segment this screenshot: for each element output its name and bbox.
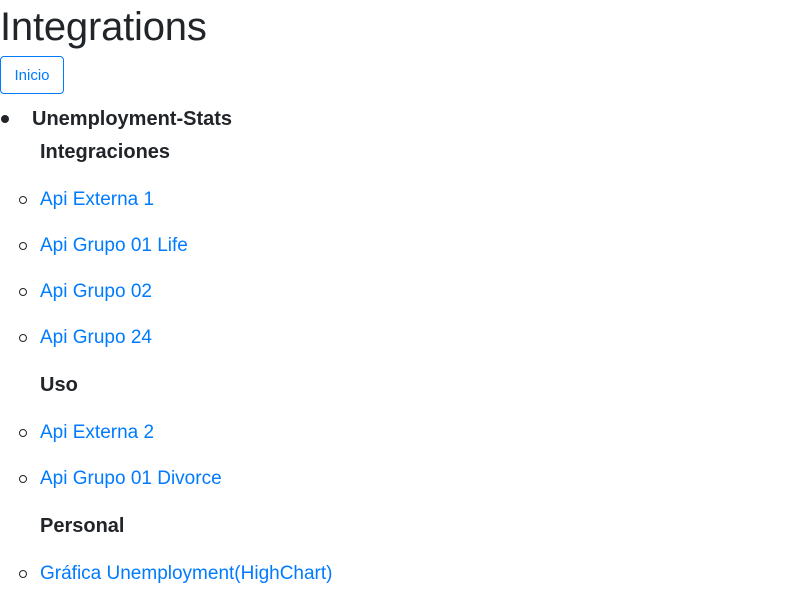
link-api-externa-2[interactable]: Api Externa 2 <box>40 420 154 446</box>
circle-bullet-icon <box>19 242 27 250</box>
link-api-grupo-01-life[interactable]: Api Grupo 01 Life <box>40 233 188 259</box>
link-api-grupo-02[interactable]: Api Grupo 02 <box>40 279 152 305</box>
circle-bullet-icon <box>19 429 27 437</box>
link-api-externa-1[interactable]: Api Externa 1 <box>40 187 154 213</box>
group-title: Unemployment-Stats <box>32 108 233 130</box>
link-api-grupo-01-divorce[interactable]: Api Grupo 01 Divorce <box>40 466 222 492</box>
section-heading-personal: Personal <box>40 515 125 537</box>
home-button[interactable]: Inicio <box>0 56 64 94</box>
page-title: Integrations <box>0 5 207 49</box>
section-heading-uso: Uso <box>40 374 78 396</box>
circle-bullet-icon <box>19 334 27 342</box>
circle-bullet-icon <box>19 196 27 204</box>
link-api-grupo-24[interactable]: Api Grupo 24 <box>40 325 152 351</box>
circle-bullet-icon <box>19 475 27 483</box>
bullet-icon <box>1 115 9 123</box>
circle-bullet-icon <box>19 288 27 296</box>
section-heading-integraciones: Integraciones <box>40 141 171 163</box>
circle-bullet-icon <box>19 570 27 578</box>
link-grafica-unemployment-highchart[interactable]: Gráfica Unemployment(HighChart) <box>40 561 333 587</box>
